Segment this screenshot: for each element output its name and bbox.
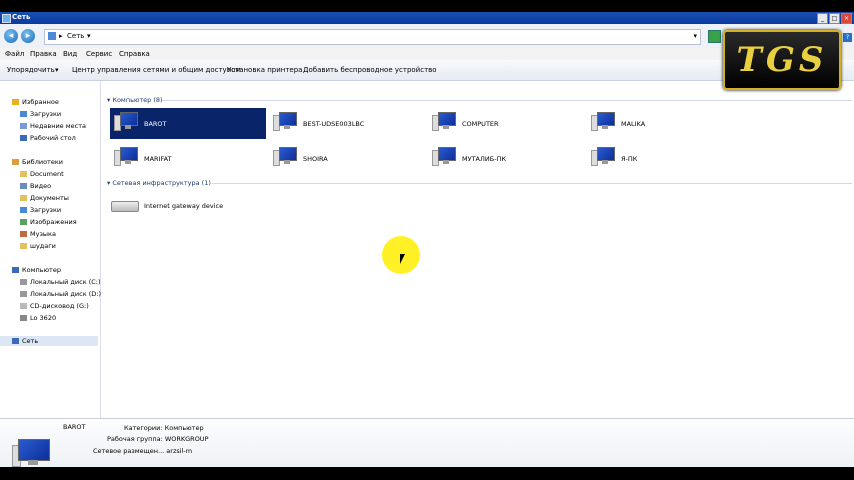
- computer-icon: [273, 112, 297, 131]
- group-computers-title: Компьютер (8): [112, 96, 163, 104]
- menu-view[interactable]: Вид: [63, 50, 77, 58]
- group-divider: [162, 100, 852, 101]
- add-printer-button[interactable]: Установка принтера: [227, 66, 302, 74]
- navigation-pane: Избранное Загрузки Недавние места Рабочи…: [0, 81, 101, 418]
- menu-edit[interactable]: Правка: [30, 50, 57, 58]
- folder-icon: [20, 243, 27, 249]
- folder-icon: [20, 111, 27, 117]
- downloads-icon: [20, 207, 27, 213]
- music-icon: [20, 231, 27, 237]
- sidebar-item-desktop[interactable]: Рабочий стол: [20, 133, 76, 143]
- details-pane: BAROT Категории: Компьютер Рабочая групп…: [0, 418, 854, 467]
- sidebar-network[interactable]: Сеть: [0, 336, 98, 346]
- gateway-device-item[interactable]: Internet gateway device: [101, 192, 266, 223]
- address-history-dropdown[interactable]: ▾: [693, 32, 697, 40]
- sidebar-item-drive-c[interactable]: Локальный диск (C:): [20, 277, 101, 287]
- maximize-button[interactable]: □: [829, 13, 840, 24]
- phone-icon: [20, 315, 27, 321]
- menu-tools[interactable]: Сервис: [86, 50, 112, 58]
- drive-icon: [20, 291, 27, 297]
- details-category: Категории: Компьютер: [124, 424, 204, 432]
- network-app-icon: [2, 14, 11, 23]
- address-input[interactable]: ▸ Сеть ▾ ▾: [44, 29, 701, 45]
- computer-item[interactable]: SHOIRA: [269, 143, 425, 174]
- sidebar-computer[interactable]: Компьютер: [12, 265, 61, 275]
- sidebar-item-downloads[interactable]: Загрузки: [20, 109, 61, 119]
- computer-icon: [591, 112, 615, 131]
- sidebar-item-custom[interactable]: шудаги: [20, 241, 56, 251]
- sidebar-item-music[interactable]: Музыка: [20, 229, 56, 239]
- sidebar-item-recent[interactable]: Недавние места: [20, 121, 86, 131]
- group-infrastructure-title: Сетевая инфраструктура (1): [112, 179, 211, 187]
- sidebar-item-video[interactable]: Видео: [20, 181, 51, 191]
- computer-icon: [114, 112, 138, 131]
- computer-icon: [273, 147, 297, 166]
- document-icon: [20, 171, 27, 177]
- recent-icon: [20, 123, 27, 129]
- sidebar-favorites[interactable]: Избранное: [12, 97, 59, 107]
- group-infrastructure[interactable]: ▾ Сетевая инфраструктура (1): [107, 179, 852, 187]
- refresh-icon[interactable]: [708, 30, 721, 43]
- sidebar-item-document[interactable]: Document: [20, 169, 64, 179]
- computer-icon: [12, 267, 19, 273]
- desktop-icon: [20, 135, 27, 141]
- minimize-button[interactable]: _: [817, 13, 828, 24]
- sidebar-item-drive-d[interactable]: Локальный диск (D:): [20, 289, 101, 299]
- address-path-dropdown[interactable]: ▾: [87, 32, 91, 40]
- computer-item[interactable]: MALIKA: [587, 108, 743, 139]
- video-icon: [20, 183, 27, 189]
- computer-item[interactable]: BAROT: [110, 108, 266, 139]
- selected-computer-icon: [12, 439, 52, 467]
- details-workgroup: Рабочая группа: WORKGROUP: [107, 435, 209, 443]
- tgs-logo: TGS: [723, 30, 841, 90]
- menu-help[interactable]: Справка: [119, 50, 150, 58]
- mouse-cursor-icon: [400, 254, 405, 264]
- computer-item[interactable]: MARIFAT: [110, 143, 266, 174]
- details-location: Сетевое размещен... arzsil-m: [93, 447, 193, 455]
- computer-item[interactable]: BEST-UDSE003LBC: [269, 108, 425, 139]
- close-button[interactable]: ×: [841, 13, 852, 24]
- sidebar-item-device[interactable]: Lo 3620: [20, 313, 56, 323]
- cd-drive-icon: [20, 303, 27, 309]
- computer-item[interactable]: Я-ПК: [587, 143, 743, 174]
- computer-icon: [432, 147, 456, 166]
- documents-icon: [20, 195, 27, 201]
- sidebar-libraries[interactable]: Библиотеки: [12, 157, 63, 167]
- details-name: BAROT: [63, 423, 86, 431]
- sidebar-item-documents[interactable]: Документы: [20, 193, 69, 203]
- forward-button[interactable]: ▸: [21, 29, 35, 43]
- router-icon: [111, 201, 139, 212]
- back-button[interactable]: ◂: [4, 29, 18, 43]
- address-path-root[interactable]: Сеть: [67, 32, 84, 40]
- computer-icon: [591, 147, 615, 166]
- computer-item[interactable]: COMPUTER: [428, 108, 584, 139]
- computer-icon: [114, 147, 138, 166]
- help-icon[interactable]: ?: [843, 33, 852, 42]
- sidebar-item-lib-downloads[interactable]: Загрузки: [20, 205, 61, 215]
- network-center-button[interactable]: Центр управления сетями и общим доступом: [72, 66, 241, 74]
- group-divider: [212, 183, 852, 184]
- library-icon: [12, 159, 19, 165]
- star-icon: [12, 99, 19, 105]
- group-computers[interactable]: ▾ Компьютер (8): [107, 96, 852, 104]
- organize-button[interactable]: Упорядочить: [7, 66, 55, 74]
- window-title: Сеть: [12, 13, 31, 21]
- network-icon: [48, 32, 56, 40]
- sidebar-item-pictures[interactable]: Изображения: [20, 217, 77, 227]
- add-wireless-device-button[interactable]: Добавить беспроводное устройство: [303, 66, 437, 74]
- menu-file[interactable]: Файл: [5, 50, 24, 58]
- network-icon: [12, 338, 19, 344]
- window-controls: _ □ ×: [817, 13, 852, 24]
- content-pane: ▾ Компьютер (8) BAROT BEST-UDSE003LBC CO…: [101, 81, 854, 418]
- drive-icon: [20, 279, 27, 285]
- address-chevron: ▸: [59, 32, 63, 40]
- pictures-icon: [20, 219, 27, 225]
- organize-dropdown-icon[interactable]: ▾: [55, 66, 59, 74]
- computer-icon: [432, 112, 456, 131]
- computer-item[interactable]: МУТАЛИБ-ПК: [428, 143, 584, 174]
- title-bar: Сеть _ □ ×: [0, 12, 854, 24]
- sidebar-item-drive-g[interactable]: CD-дисковод (G:): [20, 301, 89, 311]
